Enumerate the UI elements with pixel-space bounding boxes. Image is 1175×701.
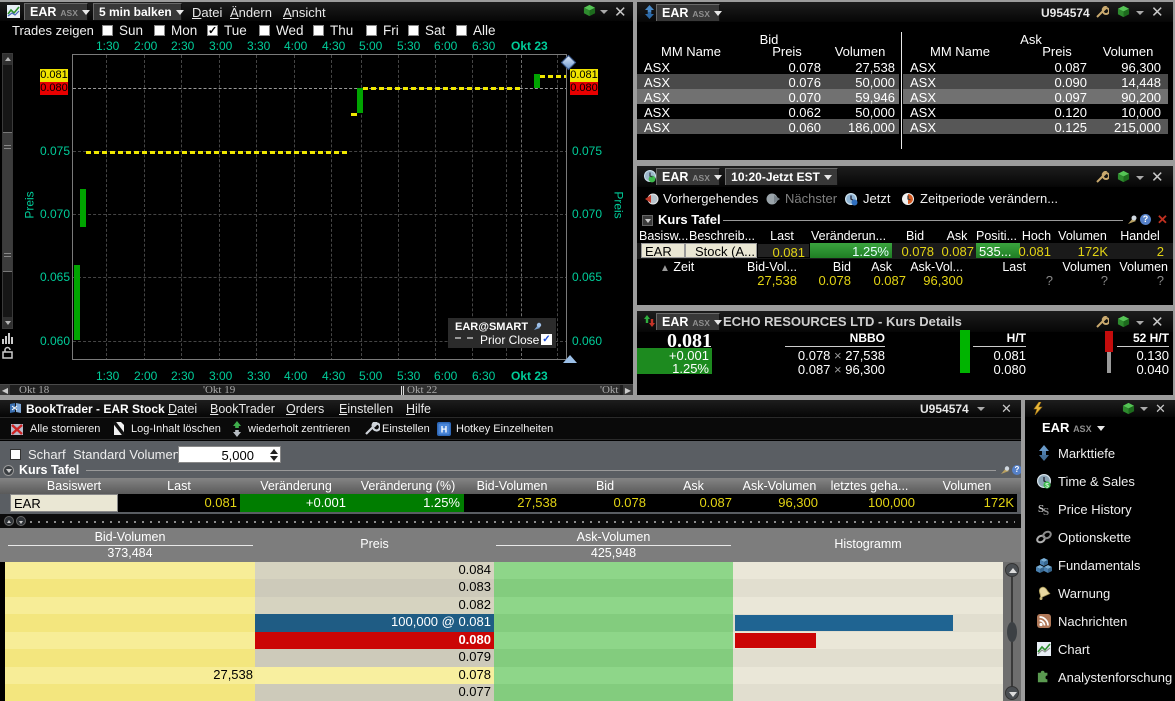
svg-text:H: H bbox=[441, 425, 448, 435]
svg-text:$: $ bbox=[1045, 483, 1049, 490]
svg-text:S: S bbox=[1043, 506, 1049, 517]
